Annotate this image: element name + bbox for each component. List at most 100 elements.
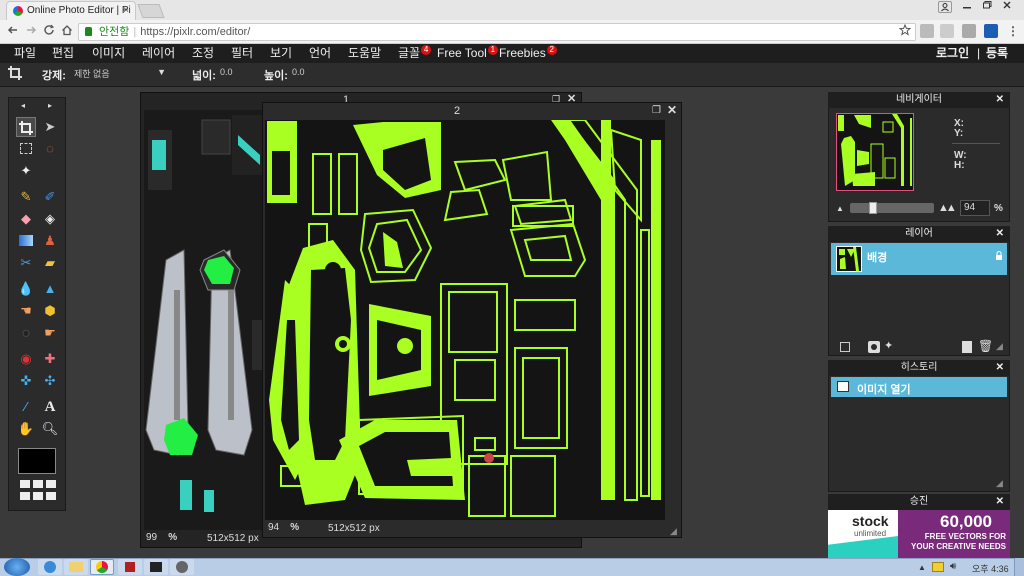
login-link[interactable]: 로그인 xyxy=(936,44,969,63)
user-icon[interactable] xyxy=(938,1,952,13)
sponge-tool-icon[interactable]: ⬢ xyxy=(40,301,60,321)
zoom-tool-icon[interactable]: 🔍︎ xyxy=(40,419,60,439)
brush-tool-icon[interactable]: ✐ xyxy=(40,187,60,207)
tray-expand-icon[interactable]: ▲ xyxy=(918,563,926,572)
history-close-icon[interactable]: ✕ xyxy=(996,360,1004,376)
tray-volume-icon[interactable]: 🔊︎ xyxy=(950,561,956,572)
height-input[interactable]: 0.0 xyxy=(292,67,324,77)
taskbar-clock[interactable]: 오후 4:36 xyxy=(972,562,1009,575)
toolbox-collapse-left-icon[interactable]: ◂ xyxy=(21,101,25,110)
reload-icon[interactable] xyxy=(42,24,56,38)
browser-tab[interactable]: Online Photo Editor | Pi × xyxy=(6,1,136,20)
kebab-menu-icon[interactable]: ⋮ xyxy=(1006,24,1020,38)
url-field[interactable]: 안전함 | https://pixlr.com/editor/ xyxy=(78,23,916,41)
menu-edit[interactable]: 편집 xyxy=(52,44,74,63)
constraint-select[interactable]: 제한 없음 ▼ xyxy=(72,66,170,82)
extension-page-icon[interactable] xyxy=(940,24,954,38)
hand-tool-icon[interactable]: ✋ xyxy=(16,419,36,439)
layer-row[interactable]: 배경 xyxy=(831,243,1007,275)
menu-image[interactable]: 이미지 xyxy=(92,44,125,63)
red-eye-tool-icon[interactable]: ◉ xyxy=(16,349,36,369)
pinch-tool-icon[interactable]: ✣ xyxy=(40,371,60,391)
width-input[interactable]: 0.0 xyxy=(220,67,252,77)
gradient-tool-icon[interactable] xyxy=(16,231,36,251)
new-tab-button[interactable] xyxy=(137,4,165,18)
color-picker-icon[interactable]: ⁄ xyxy=(16,397,36,417)
move-tool-icon[interactable]: ➤ xyxy=(40,117,60,137)
clone-stamp-icon[interactable]: ♟ xyxy=(40,231,60,251)
drawing-tool-icon[interactable]: ▰ xyxy=(40,253,60,273)
bloat-tool-icon[interactable]: ✜ xyxy=(16,371,36,391)
document-2-maximize-icon[interactable]: ❐ xyxy=(652,105,661,116)
taskbar-chrome-icon[interactable] xyxy=(90,559,114,575)
navigator-thumbnail[interactable] xyxy=(836,113,914,191)
extension-gray-icon[interactable] xyxy=(920,24,934,38)
star-icon[interactable] xyxy=(898,23,912,38)
minimize-icon[interactable] xyxy=(958,0,976,14)
taskbar-app-dark-icon[interactable] xyxy=(144,559,168,575)
promo-close-icon[interactable]: ✕ xyxy=(996,494,1004,510)
menu-file[interactable]: 파일 xyxy=(14,44,36,63)
fill-bucket-icon[interactable]: ◈ xyxy=(40,209,60,229)
history-resize-grip-icon[interactable]: ◢ xyxy=(996,478,1003,489)
promo-ad[interactable]: stock unlimited 60,000 FREE VECTORS FOR … xyxy=(828,510,1010,558)
menu-free-tool[interactable]: Free Tool 1 xyxy=(437,44,498,63)
taskbar-app-red-icon[interactable] xyxy=(118,559,142,575)
restore-icon[interactable] xyxy=(978,0,996,14)
back-icon[interactable] xyxy=(6,24,20,38)
document-2-close-icon[interactable]: ✕ xyxy=(667,103,677,117)
document-1-zoom[interactable]: 99 % xyxy=(146,532,177,543)
sharpen-tool-icon[interactable]: ▲ xyxy=(40,279,60,299)
document-2-canvas[interactable] xyxy=(265,120,665,520)
extension-blue-icon[interactable] xyxy=(984,24,998,38)
window-close-icon[interactable] xyxy=(998,0,1016,14)
document-1-canvas[interactable] xyxy=(144,110,264,530)
delete-layer-icon[interactable]: 🗑︎ xyxy=(978,339,993,353)
zoom-in-mountain-icon[interactable]: ▲▲ xyxy=(938,202,957,214)
tab-close-icon[interactable]: × xyxy=(123,2,129,19)
zoom-input[interactable]: 94 xyxy=(960,200,990,216)
taskbar-ie-icon[interactable] xyxy=(38,559,62,575)
zoom-slider[interactable] xyxy=(850,202,934,214)
smudge-tool-icon[interactable]: ☚ xyxy=(16,301,36,321)
layer-settings-icon[interactable] xyxy=(840,342,850,352)
home-icon[interactable] xyxy=(60,24,74,38)
menu-freebies[interactable]: Freebies 2 xyxy=(499,44,557,63)
pencil-tool-icon[interactable]: ✎ xyxy=(16,187,36,207)
menu-adjust[interactable]: 조정 xyxy=(192,44,214,63)
menu-help[interactable]: 도움말 xyxy=(348,44,381,63)
layers-close-icon[interactable]: ✕ xyxy=(996,226,1004,242)
zoom-out-mountain-icon[interactable]: ▲ xyxy=(836,204,844,213)
type-tool-icon[interactable]: A xyxy=(40,397,60,417)
layers-resize-grip-icon[interactable]: ◢ xyxy=(996,341,1003,352)
magic-wand-icon[interactable]: ✦ xyxy=(16,161,36,181)
grid-view-icon[interactable] xyxy=(18,480,58,502)
marquee-tool-icon[interactable] xyxy=(16,139,36,159)
taskbar-explorer-icon[interactable] xyxy=(64,559,88,575)
menu-language[interactable]: 언어 xyxy=(309,44,331,63)
dodge-tool-icon[interactable]: ☛ xyxy=(40,323,60,343)
extension-script-icon[interactable] xyxy=(962,24,976,38)
menu-filter[interactable]: 필터 xyxy=(231,44,253,63)
menu-fonts[interactable]: 글꼴 4 xyxy=(398,44,432,63)
start-button-icon[interactable] xyxy=(4,558,30,576)
crop-tool-button[interactable] xyxy=(16,117,36,137)
history-item[interactable]: 이미지 열기 xyxy=(831,377,1007,397)
forward-icon[interactable] xyxy=(24,24,38,38)
burn-tool-icon[interactable]: ● xyxy=(16,323,36,343)
layer-mask-icon[interactable] xyxy=(868,341,880,353)
menu-layer[interactable]: 레이어 xyxy=(142,44,175,63)
foreground-color-swatch[interactable] xyxy=(18,448,56,474)
tray-ime-icon[interactable] xyxy=(932,562,944,572)
register-link[interactable]: 등록 xyxy=(986,44,1008,63)
spot-heal-icon[interactable]: ✚ xyxy=(40,349,60,369)
lasso-tool-icon[interactable]: ◌ xyxy=(40,139,60,159)
navigator-close-icon[interactable]: ✕ xyxy=(996,92,1004,108)
taskbar-app-gray-icon[interactable] xyxy=(170,559,194,575)
toolbox-collapse-right-icon[interactable]: ▸ xyxy=(48,101,52,110)
show-desktop-button[interactable] xyxy=(1014,558,1024,576)
menu-view[interactable]: 보기 xyxy=(270,44,292,63)
blur-tool-icon[interactable]: 💧 xyxy=(16,279,36,299)
document-2-resize-grip-icon[interactable]: ◢ xyxy=(670,526,677,537)
color-replace-icon[interactable]: ✂ xyxy=(16,253,36,273)
